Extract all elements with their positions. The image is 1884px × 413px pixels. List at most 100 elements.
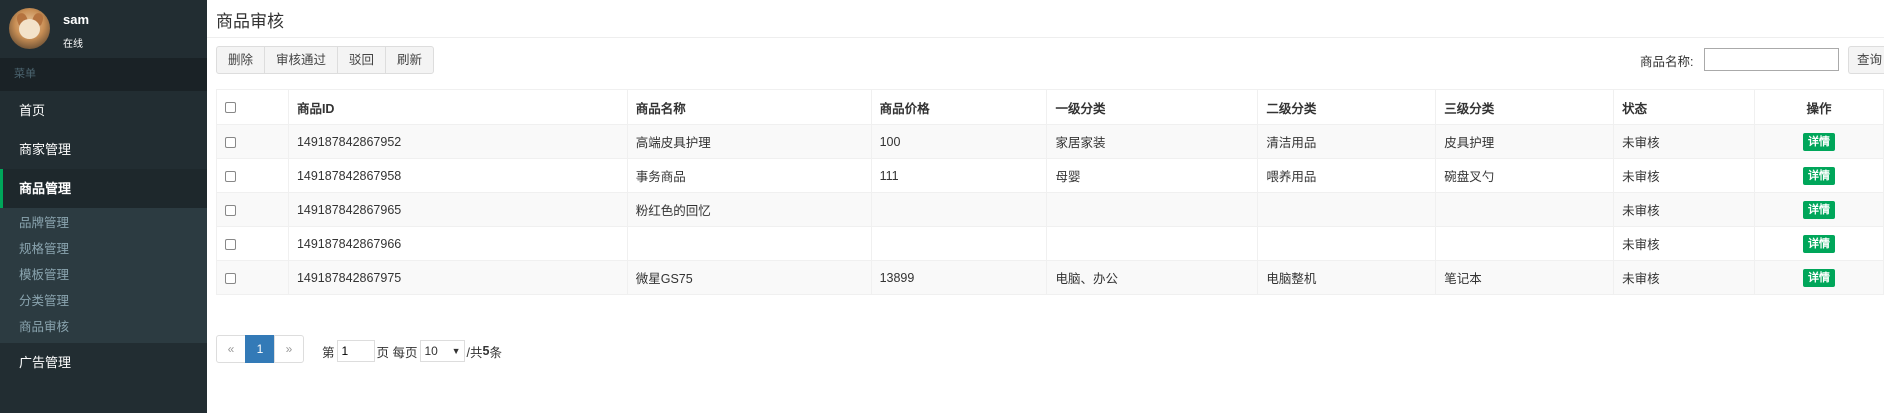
total-prefix: /共 [466, 345, 483, 360]
per-page-select[interactable]: 10 ▼ [419, 340, 465, 362]
cell-cat3 [1435, 192, 1615, 227]
user-name: sam [63, 12, 90, 27]
search-label: 商品名称: [1640, 55, 1694, 69]
search-input[interactable] [1704, 48, 1839, 71]
table-row: 149187842867952 高端皮具护理 100 家居家装 清洁用品 皮具护… [216, 124, 1884, 159]
total-suffix: 条 [489, 345, 502, 360]
cell-cat3 [1435, 226, 1615, 261]
sidebar-item-spec[interactable]: 规格管理 [0, 236, 207, 262]
cell-cat2 [1257, 192, 1437, 227]
cell-action: 详情 [1754, 192, 1884, 227]
table-row: 149187842867975 微星GS75 13899 电脑、办公 电脑整机 … [216, 260, 1884, 295]
cell-status: 未审核 [1613, 158, 1756, 193]
pagination: « 1 » [216, 335, 304, 363]
cell-status: 未审核 [1613, 192, 1756, 227]
cell-price: 111 [870, 158, 1048, 193]
cell-price: 13899 [870, 260, 1048, 295]
page-prefix: 第 [322, 345, 335, 360]
col-header-price: 商品价格 [870, 89, 1048, 125]
sidebar-item-goods[interactable]: 商品管理 [0, 169, 207, 208]
cell-cat2: 清洁用品 [1257, 124, 1437, 159]
sidebar-item-category[interactable]: 分类管理 [0, 288, 207, 314]
refresh-button[interactable]: 刷新 [385, 46, 435, 74]
cell-status: 未审核 [1613, 124, 1756, 159]
cell-cat1: 母婴 [1046, 158, 1259, 193]
row-select-cell [216, 226, 289, 261]
col-header-id: 商品ID [287, 89, 628, 125]
table-header-row: 商品ID 商品名称 商品价格 一级分类 二级分类 三级分类 状态 操作 [216, 89, 1884, 125]
title-divider [207, 37, 1884, 38]
table-row: 149187842867966 未审核 详情 [216, 226, 1884, 261]
row-checkbox[interactable] [225, 136, 236, 148]
page-suffix: 页 每页 [376, 345, 418, 360]
cell-action: 详情 [1754, 158, 1884, 193]
sidebar-item-seller[interactable]: 商家管理 [0, 130, 207, 169]
cell-action: 详情 [1754, 226, 1884, 261]
select-all-cell [216, 89, 289, 125]
cell-action: 详情 [1754, 124, 1884, 159]
detail-button[interactable]: 详情 [1803, 200, 1835, 219]
row-checkbox[interactable] [225, 170, 236, 182]
cell-name [626, 226, 872, 261]
row-select-cell [216, 158, 289, 193]
avatar [9, 8, 50, 49]
detail-button[interactable]: 详情 [1803, 166, 1835, 185]
cell-action: 详情 [1754, 260, 1884, 295]
reject-button[interactable]: 驳回 [337, 46, 387, 74]
next-page-button[interactable]: » [274, 335, 304, 363]
cell-name: 高端皮具护理 [626, 124, 872, 159]
page-1-button[interactable]: 1 [245, 335, 275, 363]
row-select-cell [216, 192, 289, 227]
approve-button[interactable]: 审核通过 [264, 46, 339, 74]
detail-button[interactable]: 详情 [1803, 132, 1835, 151]
col-header-cat3: 三级分类 [1435, 89, 1615, 125]
cell-status: 未审核 [1613, 226, 1756, 261]
pagination-info: 第 页 每页 10 ▼ /共 5 条 [322, 340, 502, 362]
cell-id: 149187842867952 [287, 124, 628, 159]
row-checkbox[interactable] [225, 238, 236, 250]
col-header-cat2: 二级分类 [1257, 89, 1437, 125]
row-checkbox[interactable] [225, 204, 236, 216]
cell-price [870, 226, 1048, 261]
table-row: 149187842867958 事务商品 111 母婴 喂养用品 碗盘叉勺 未审… [216, 158, 1884, 193]
sidebar-item-home[interactable]: 首页 [0, 91, 207, 130]
sidebar-item-brand[interactable]: 品牌管理 [0, 210, 207, 236]
delete-button[interactable]: 删除 [216, 46, 266, 74]
row-checkbox[interactable] [225, 272, 236, 284]
cell-id: 149187842867975 [287, 260, 628, 295]
cell-cat3: 皮具护理 [1435, 124, 1615, 159]
sidebar-item-ads[interactable]: 广告管理 [0, 343, 207, 382]
detail-button[interactable]: 详情 [1803, 234, 1835, 253]
cell-price: 100 [870, 124, 1048, 159]
cell-id: 149187842867966 [287, 226, 628, 261]
cell-name: 微星GS75 [626, 260, 872, 295]
search-button[interactable]: 查询 [1848, 46, 1884, 74]
cell-id: 149187842867965 [287, 192, 628, 227]
goods-table: 商品ID 商品名称 商品价格 一级分类 二级分类 三级分类 状态 操作 1491… [216, 89, 1884, 295]
chevron-down-icon: ▼ [451, 346, 461, 356]
cell-cat1 [1046, 226, 1259, 261]
select-all-checkbox[interactable] [225, 102, 236, 114]
sidebar-item-goods-audit[interactable]: 商品审核 [0, 314, 207, 340]
sidebar-item-template[interactable]: 模板管理 [0, 262, 207, 288]
prev-page-button[interactable]: « [216, 335, 246, 363]
cell-cat3: 笔记本 [1435, 260, 1615, 295]
col-header-cat1: 一级分类 [1046, 89, 1259, 125]
cell-price [870, 192, 1048, 227]
main-content: 商品审核 删除 审核通过 驳回 刷新 商品名称: 查询 商品ID 商品名称 商品… [207, 0, 1884, 413]
row-select-cell [216, 260, 289, 295]
user-status: 在线 [63, 39, 83, 50]
cell-status: 未审核 [1613, 260, 1756, 295]
cell-id: 149187842867958 [287, 158, 628, 193]
cell-name: 粉红色的回忆 [626, 192, 872, 227]
col-header-status: 状态 [1613, 89, 1756, 125]
page-title: 商品审核 [216, 12, 284, 31]
user-panel: sam 在线 [0, 0, 207, 58]
col-header-action: 操作 [1754, 89, 1884, 125]
total-count: 5 [482, 344, 490, 358]
cell-cat1: 电脑、办公 [1046, 260, 1259, 295]
detail-button[interactable]: 详情 [1803, 268, 1835, 287]
page-number-input[interactable] [336, 340, 375, 362]
cell-name: 事务商品 [626, 158, 872, 193]
cell-cat1: 家居家装 [1046, 124, 1259, 159]
